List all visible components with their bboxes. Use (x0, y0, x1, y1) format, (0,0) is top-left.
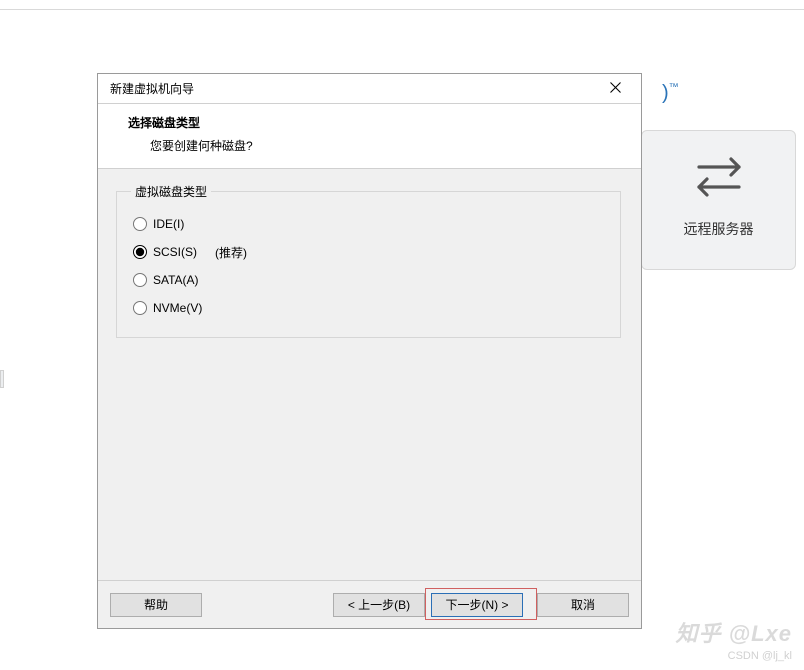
watermark-zhihu: 知乎 @Lxe (676, 616, 792, 648)
help-button[interactable]: 帮助 (110, 593, 202, 617)
option-ide[interactable]: IDE(I) (131, 210, 606, 238)
option-label: SCSI(S) (153, 245, 197, 259)
radio-nvme[interactable] (133, 301, 147, 315)
radio-ide[interactable] (133, 217, 147, 231)
header-title: 选择磁盘类型 (128, 114, 623, 131)
group-legend: 虚拟磁盘类型 (131, 183, 211, 200)
option-nvme[interactable]: NVMe(V) (131, 294, 606, 322)
wizard-body: 虚拟磁盘类型 IDE(I) SCSI(S) (推荐) SATA(A) NVMe(… (98, 169, 641, 573)
radio-sata[interactable] (133, 273, 147, 287)
connect-remote-label: 远程服务器 (642, 219, 795, 239)
option-scsi[interactable]: SCSI(S) (推荐) (131, 238, 606, 266)
brand-fragment: )™ (662, 82, 679, 105)
connect-remote-card[interactable]: 远程服务器 (641, 130, 796, 270)
wizard-footer: 帮助 < 上一步(B) 下一步(N) > 取消 (98, 580, 641, 628)
option-hint: (推荐) (215, 244, 247, 261)
close-button[interactable] (595, 76, 635, 102)
header-subtitle: 您要创建何种磁盘? (128, 137, 623, 154)
back-button[interactable]: < 上一步(B) (333, 593, 425, 617)
radio-scsi[interactable] (133, 245, 147, 259)
cancel-button[interactable]: 取消 (537, 593, 629, 617)
next-button[interactable]: 下一步(N) > (431, 593, 523, 617)
dialog-titlebar: 新建虚拟机向导 (98, 74, 641, 104)
option-sata[interactable]: SATA(A) (131, 266, 606, 294)
new-vm-wizard-dialog: 新建虚拟机向导 选择磁盘类型 您要创建何种磁盘? 虚拟磁盘类型 IDE(I) S… (97, 73, 642, 629)
dialog-title: 新建虚拟机向导 (110, 80, 194, 97)
swap-arrows-icon (689, 151, 749, 201)
disk-type-group: 虚拟磁盘类型 IDE(I) SCSI(S) (推荐) SATA(A) NVMe(… (116, 183, 621, 338)
option-label: NVMe(V) (153, 301, 202, 315)
close-icon (610, 82, 621, 96)
wizard-header: 选择磁盘类型 您要创建何种磁盘? (98, 104, 641, 169)
watermark-csdn: CSDN @lj_kl (728, 650, 792, 662)
option-label: SATA(A) (153, 273, 199, 287)
option-label: IDE(I) (153, 217, 184, 231)
